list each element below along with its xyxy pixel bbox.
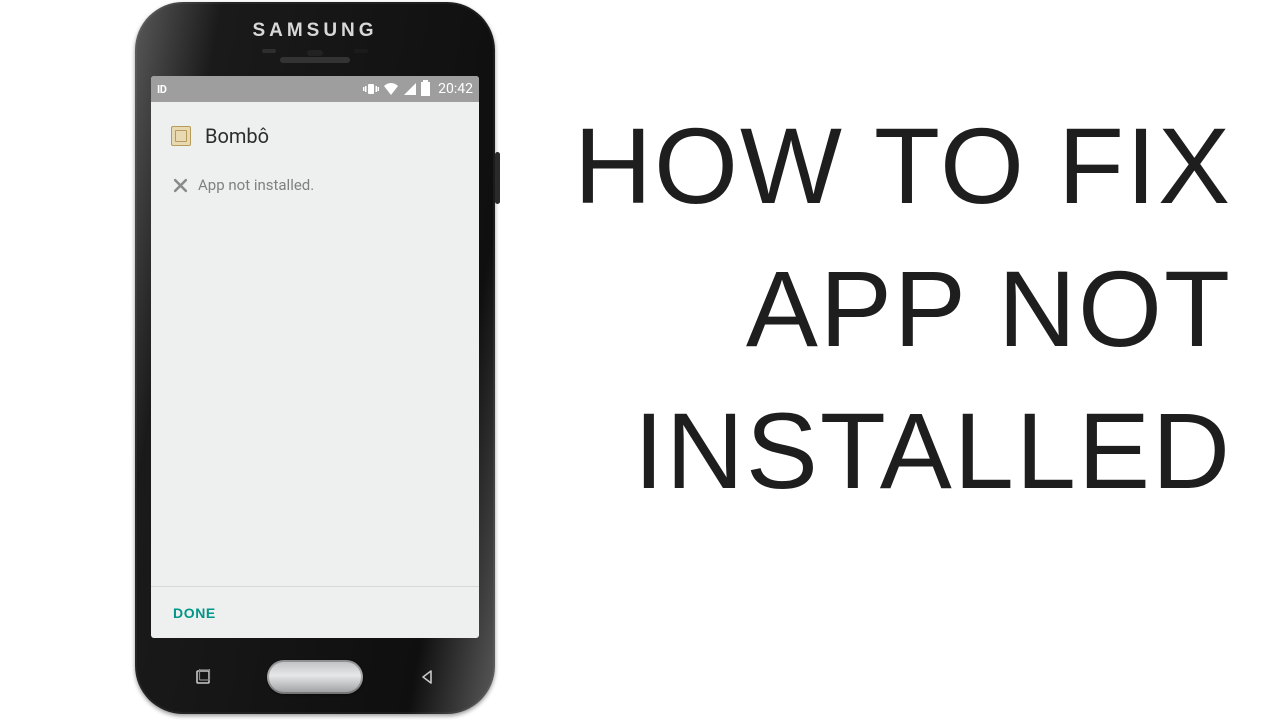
earpiece-speaker [280,57,350,63]
notification-badge-icon: ID [157,83,166,96]
phone-screen: ID 20:42 [151,76,479,638]
installer-header: Bombô [151,102,479,164]
install-error-row: App not installed. [151,164,479,194]
headline: HOW TO FIX APP NOT INSTALLED [574,95,1232,523]
phone-top-bezel: SAMSUNG [135,2,495,74]
headline-line-1: HOW TO FIX [574,95,1232,238]
phone-nav-bar [135,640,495,714]
app-name: Bombô [205,124,269,148]
installer-bottom-bar: DONE [151,586,479,638]
cell-signal-icon [403,82,417,96]
status-bar: ID 20:42 [151,76,479,102]
home-button[interactable] [267,660,363,694]
app-icon [171,126,191,146]
back-icon[interactable] [419,669,435,685]
phone-brand: SAMSUNG [135,20,495,42]
wifi-icon [383,82,399,96]
headline-line-2: APP NOT [574,238,1232,381]
vibrate-icon [363,82,379,96]
error-x-icon [173,178,188,193]
phone-device: SAMSUNG ID [135,2,495,714]
status-bar-left: ID [157,83,166,96]
install-error-text: App not installed. [198,176,314,194]
status-bar-right: 20:42 [363,81,473,97]
headline-line-3: INSTALLED [574,380,1232,523]
battery-icon [421,82,430,96]
proximity-sensor [307,50,323,56]
status-bar-clock: 20:42 [438,81,473,97]
screen-spacer [151,194,479,586]
done-button[interactable]: DONE [173,605,216,621]
recent-apps-icon[interactable] [195,669,211,685]
